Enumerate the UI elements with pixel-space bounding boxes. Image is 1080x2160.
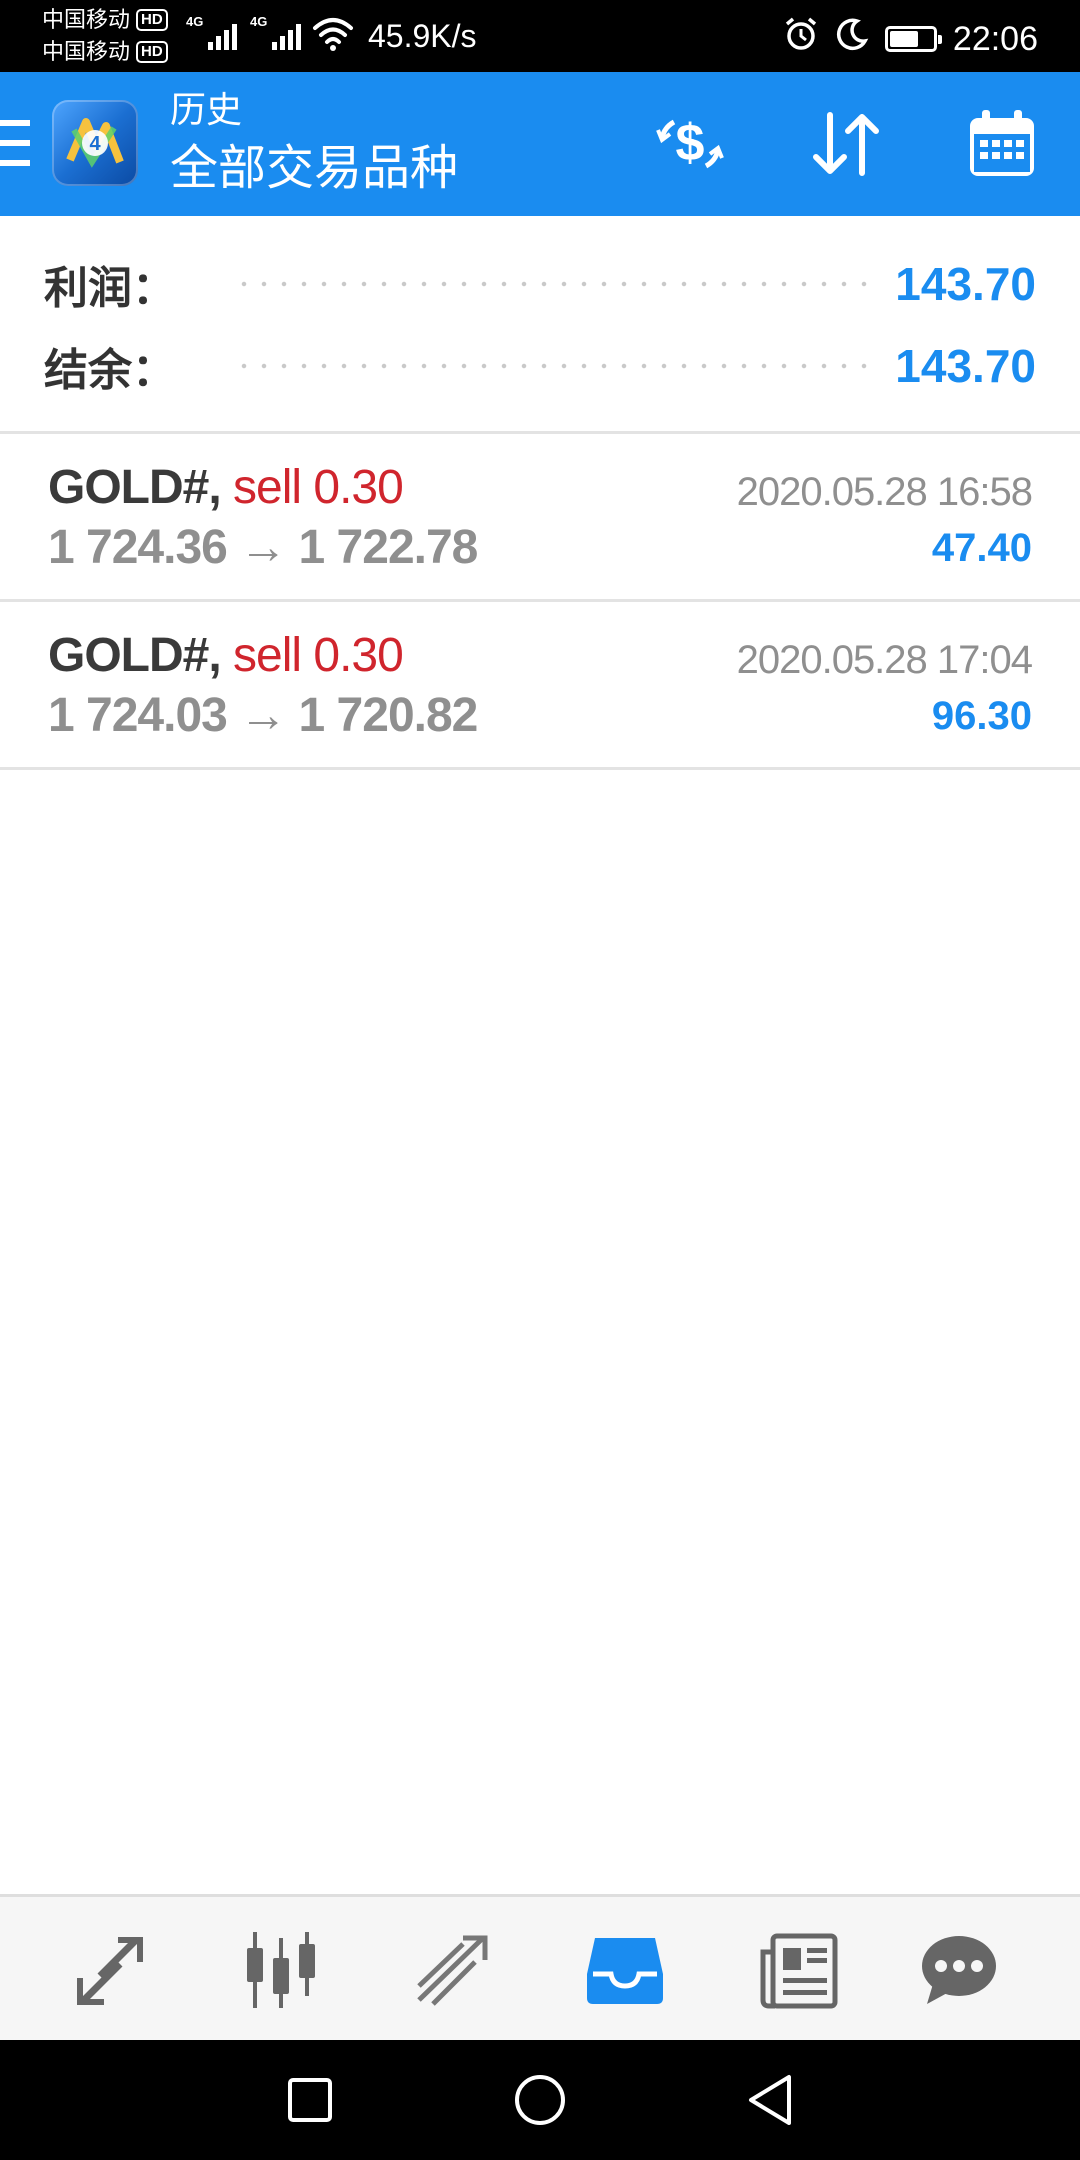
hd-badge-1: HD	[136, 9, 168, 31]
deal-prices: 1 724.36 → 1 722.78	[48, 521, 478, 574]
history-icon[interactable]	[580, 1925, 670, 2015]
dotted-leader	[234, 281, 870, 287]
deal-symbol-line: GOLD#, sell 0.30	[48, 460, 404, 515]
app-bar: 4 历史 全部交易品种 $	[0, 72, 1080, 216]
carrier-name-2: 中国移动	[42, 39, 131, 64]
chart-icon[interactable]	[236, 1925, 326, 2015]
deal-profit: 96.30	[931, 694, 1032, 738]
deal-type: sell 0.30	[233, 629, 404, 682]
status-right: 22:06	[783, 16, 1038, 61]
network-speed: 45.9K/s	[368, 18, 477, 54]
bottom-navigation	[0, 1894, 1080, 2040]
home-button[interactable]	[510, 2070, 570, 2130]
battery-icon	[884, 25, 942, 52]
calendar-icon[interactable]	[960, 108, 1044, 180]
signal-icon-2: 4G	[250, 14, 302, 50]
balance-label: 结余：	[44, 346, 176, 395]
profit-row: 利润： 143.70	[44, 254, 1036, 314]
deal-prices: 1 724.03 → 1 720.82	[48, 689, 478, 742]
balance-row: 结余： 143.70	[44, 336, 1036, 396]
deal-type: sell 0.30	[233, 461, 404, 514]
svg-text:4: 4	[89, 133, 101, 155]
profit-label: 利润：	[44, 264, 176, 313]
quotes-icon[interactable]	[65, 1925, 155, 2015]
deal-profit: 47.40	[931, 526, 1032, 570]
currency-exchange-icon[interactable]: $	[648, 108, 732, 180]
dotted-leader	[234, 363, 870, 369]
history-summary: 利润： 143.70 结余： 143.70	[0, 216, 1080, 434]
battery-fill	[889, 30, 918, 47]
balance-value: 143.70	[895, 340, 1036, 392]
do-not-disturb-icon	[835, 17, 869, 60]
clock: 22:06	[952, 19, 1038, 58]
deal-row[interactable]: GOLD#, sell 0.30 1 724.03 → 1 720.82 202…	[0, 602, 1080, 770]
svg-text:$: $	[676, 114, 705, 172]
carrier-row-1: 中国移动 HD	[42, 4, 168, 36]
carrier-name-1: 中国移动	[42, 7, 131, 32]
network-type-1: 4G	[186, 14, 204, 29]
deal-symbol: GOLD#,	[48, 461, 222, 514]
recent-apps-button[interactable]	[280, 2070, 340, 2130]
deal-symbol-line: GOLD#, sell 0.30	[48, 628, 404, 683]
news-icon[interactable]	[754, 1925, 844, 2015]
signal-icon-1: 4G	[186, 14, 238, 50]
menu-icon[interactable]	[0, 120, 30, 166]
deal-time: 2020.05.28 17:04	[736, 638, 1033, 682]
symbol-filter-title[interactable]: 全部交易品种	[170, 140, 458, 198]
screen: 中国移动 HD 中国移动 HD 4G 4G 45.9K/s 22:06 4 历史…	[0, 0, 1080, 2160]
sort-icon[interactable]	[804, 108, 888, 180]
deal-time: 2020.05.28 16:58	[736, 470, 1033, 514]
back-button[interactable]	[740, 2070, 800, 2130]
hd-badge-2: HD	[136, 41, 168, 63]
profit-value: 143.70	[895, 258, 1036, 310]
trade-icon[interactable]	[408, 1925, 498, 2015]
screen-title: 历史	[170, 89, 243, 130]
carriers: 中国移动 HD 中国移动 HD	[42, 4, 168, 68]
deal-row[interactable]: GOLD#, sell 0.30 1 724.36 → 1 722.78 202…	[0, 434, 1080, 602]
wifi-icon	[312, 16, 354, 57]
status-bar: 中国移动 HD 中国移动 HD 4G 4G 45.9K/s 22:06	[0, 0, 1080, 72]
network-type-2: 4G	[250, 14, 268, 29]
system-navigation-bar	[0, 2040, 1080, 2160]
metatrader-logo[interactable]: 4	[52, 100, 138, 186]
alarm-icon	[783, 16, 819, 61]
chat-icon[interactable]	[914, 1925, 1004, 2015]
deal-symbol: GOLD#,	[48, 629, 222, 682]
carrier-row-2: 中国移动 HD	[42, 36, 168, 68]
